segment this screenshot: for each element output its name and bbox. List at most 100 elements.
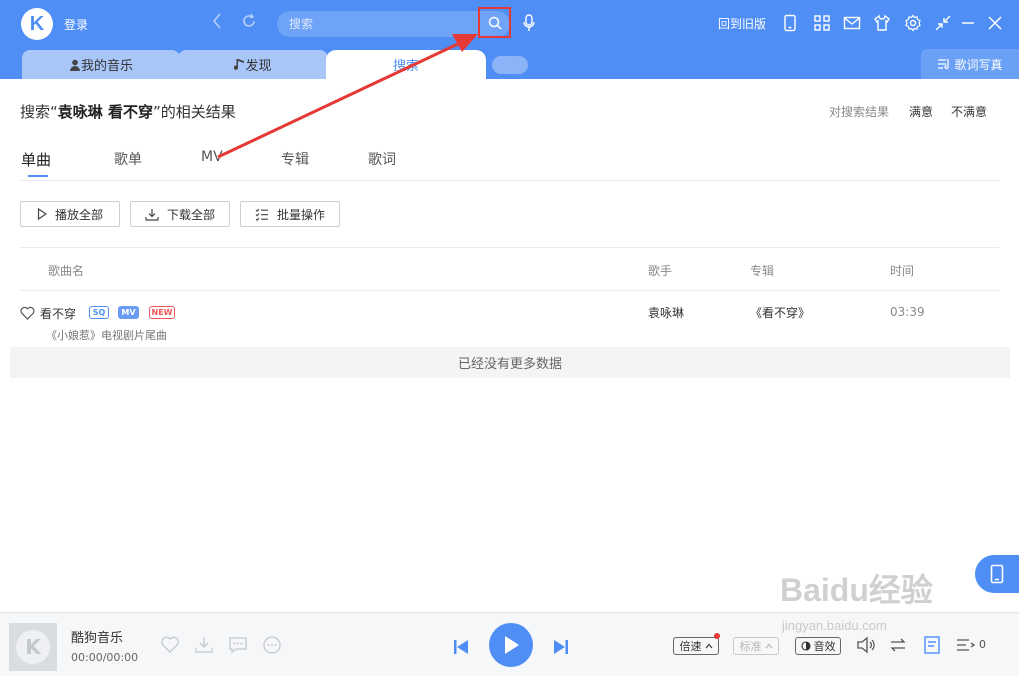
search-input[interactable] xyxy=(289,15,469,33)
no-more-data-notice: 已经没有更多数据 xyxy=(10,347,1010,378)
table-top-divider xyxy=(20,247,999,248)
download-icon xyxy=(145,208,159,221)
active-tab-indicator xyxy=(28,175,48,177)
top-bar: K 登录 回到旧版 我的音乐 发现 搜索 歌词写真 xyxy=(0,0,1019,79)
lyric-photo-button[interactable]: 歌词写真 xyxy=(921,49,1019,79)
search-button[interactable] xyxy=(478,7,511,38)
subtab-songs[interactable]: 单曲 xyxy=(21,149,51,170)
login-link[interactable]: 登录 xyxy=(64,16,88,33)
mobile-icon xyxy=(990,564,1004,584)
download-icon[interactable] xyxy=(194,635,214,655)
lyric-list-icon xyxy=(938,59,950,70)
song-artist[interactable]: 袁咏琳 xyxy=(648,304,684,321)
chevron-up-icon xyxy=(765,643,772,649)
search-icon xyxy=(488,16,502,30)
result-prefix: 搜索“ xyxy=(20,103,58,121)
column-artist: 歌手 xyxy=(648,264,673,278)
playlist-icon[interactable] xyxy=(955,635,975,655)
tab-discover[interactable]: 发现 xyxy=(178,50,328,79)
song-duration: 03:39 xyxy=(890,305,925,319)
result-title: 搜索“袁咏琳 看不穿”的相关结果 xyxy=(20,101,236,122)
result-suffix: ”的相关结果 xyxy=(153,103,236,121)
song-album[interactable]: 《看不穿》 xyxy=(750,304,810,321)
table-header-divider xyxy=(20,290,999,291)
download-all-label: 下载全部 xyxy=(166,207,215,222)
column-time: 时间 xyxy=(890,264,915,278)
quality-label: 标准 xyxy=(739,640,762,653)
next-icon[interactable] xyxy=(551,637,571,657)
unsatisfied-button[interactable]: 不满意 xyxy=(951,103,987,120)
mic-icon[interactable] xyxy=(522,14,536,32)
feedback-label: 对搜索结果 xyxy=(829,105,890,119)
batch-operation-button[interactable]: 批量操作 xyxy=(240,201,340,227)
column-song-name: 歌曲名 xyxy=(48,264,85,278)
close-icon[interactable] xyxy=(986,14,1004,32)
comment-icon[interactable] xyxy=(228,635,248,655)
back-icon[interactable] xyxy=(212,13,222,33)
shrink-icon[interactable] xyxy=(934,14,952,32)
tab-extra[interactable] xyxy=(492,56,528,74)
song-title[interactable]: 看不穿 xyxy=(40,305,76,322)
subtab-lyrics[interactable]: 歌词 xyxy=(368,149,396,169)
sound-effect-button[interactable]: 音效 xyxy=(795,637,841,655)
now-playing-title: 酷狗音乐 xyxy=(71,631,124,646)
result-query: 袁咏琳 看不穿 xyxy=(57,103,154,121)
phone-icon[interactable] xyxy=(781,14,799,32)
return-old-version-link[interactable]: 回到旧版 xyxy=(718,15,766,32)
baidu-watermark: Baidu经验 xyxy=(780,572,933,608)
download-all-button[interactable]: 下载全部 xyxy=(130,201,230,227)
mv-badge[interactable]: MV xyxy=(118,306,139,319)
heart-icon[interactable] xyxy=(20,306,35,320)
subtab-divider xyxy=(20,180,999,181)
song-subtitle: 《小娘惹》电视剧片尾曲 xyxy=(46,329,167,342)
satisfied-button[interactable]: 满意 xyxy=(909,103,933,120)
play-all-label: 播放全部 xyxy=(54,207,103,222)
minimize-icon[interactable] xyxy=(959,14,977,32)
phone-float-button[interactable] xyxy=(975,555,1019,593)
chevron-up-icon xyxy=(705,643,712,649)
sound-effect-label: 音效 xyxy=(813,640,836,653)
batch-operation-label: 批量操作 xyxy=(276,207,325,222)
user-icon xyxy=(69,59,80,71)
lyric-icon[interactable] xyxy=(922,635,942,655)
checklist-icon xyxy=(255,208,268,221)
quality-button[interactable]: 标准 xyxy=(733,637,779,655)
heart-icon[interactable] xyxy=(160,635,180,655)
previous-icon[interactable] xyxy=(451,637,471,657)
baidu-watermark-url: jingyan.baidu.com xyxy=(782,618,887,633)
shirt-icon[interactable] xyxy=(873,14,891,32)
now-playing-time: 00:00/00:00 xyxy=(71,651,139,664)
play-icon xyxy=(505,636,519,654)
refresh-icon[interactable] xyxy=(241,13,257,33)
grid-icon[interactable] xyxy=(813,14,831,32)
lyric-photo-label: 歌词写真 xyxy=(954,57,1003,72)
subtab-playlists[interactable]: 歌单 xyxy=(114,149,142,169)
more-icon[interactable] xyxy=(262,635,282,655)
loop-icon[interactable] xyxy=(888,635,908,655)
column-album: 专辑 xyxy=(750,264,775,278)
mail-icon[interactable] xyxy=(843,14,861,32)
tab-my-music[interactable]: 我的音乐 xyxy=(22,50,180,79)
album-cover[interactable]: K xyxy=(9,623,57,671)
tab-search-label: 搜索 xyxy=(392,59,419,74)
queue-count: 0 xyxy=(979,638,986,651)
speed-label: 倍速 xyxy=(679,640,702,653)
search-box xyxy=(277,11,510,37)
music-note-icon xyxy=(234,59,245,70)
sq-badge: SQ xyxy=(89,306,109,319)
new-badge: NEW xyxy=(149,306,175,319)
volume-icon[interactable] xyxy=(856,635,876,655)
play-button[interactable] xyxy=(489,623,533,667)
cover-logo: K xyxy=(16,630,50,664)
speed-button[interactable]: 倍速 xyxy=(673,637,719,655)
tab-discover-label: 发现 xyxy=(245,59,272,74)
tab-my-music-label: 我的音乐 xyxy=(80,59,133,74)
play-all-button[interactable]: 播放全部 xyxy=(20,201,120,227)
kugou-logo[interactable]: K xyxy=(21,8,53,40)
play-outline-icon xyxy=(37,208,47,220)
subtab-albums[interactable]: 专辑 xyxy=(281,149,309,169)
speed-new-dot xyxy=(714,633,720,639)
tab-search[interactable]: 搜索 xyxy=(326,50,486,79)
gear-icon[interactable] xyxy=(904,14,922,32)
subtab-mv[interactable]: MV xyxy=(201,149,223,165)
